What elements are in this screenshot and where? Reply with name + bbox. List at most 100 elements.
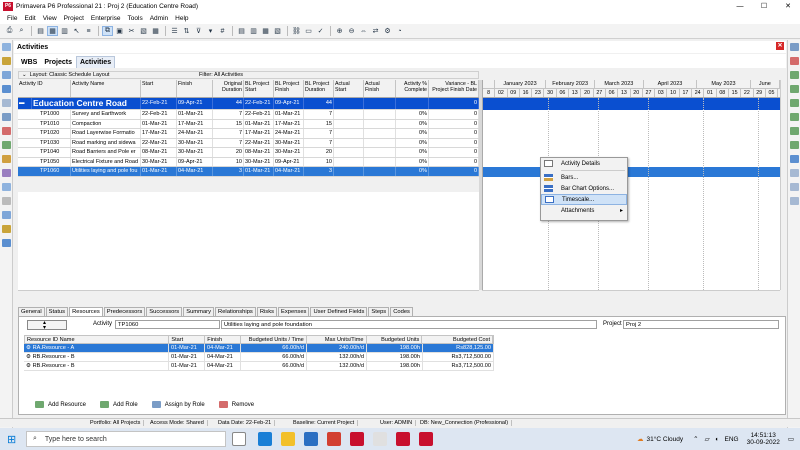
- assign-by-role-button[interactable]: Assign by Role: [151, 401, 205, 408]
- menu-item-attachments[interactable]: Attachments ▸: [541, 205, 627, 216]
- column-header[interactable]: Actual Finish: [364, 80, 396, 97]
- tab-general[interactable]: General: [18, 307, 45, 316]
- language-indicator[interactable]: ENG: [725, 436, 739, 443]
- tracking-icon[interactable]: [1, 99, 11, 107]
- primavera-icon[interactable]: [350, 432, 364, 446]
- progress-icon[interactable]: ▧: [272, 26, 283, 36]
- column-header[interactable]: Finish: [205, 336, 242, 343]
- menu-tools[interactable]: Tools: [128, 15, 143, 22]
- file-explorer-icon[interactable]: [281, 432, 295, 446]
- collapse-icon[interactable]: ▬: [18, 98, 32, 109]
- activity-id-field[interactable]: TP1060: [115, 320, 220, 329]
- cursor-icon[interactable]: ↖: [71, 26, 82, 36]
- tab-relationships[interactable]: Relationships: [215, 307, 256, 316]
- activity-navigator[interactable]: ▴ ▾: [27, 320, 67, 331]
- column-header[interactable]: Actual Start: [334, 80, 364, 97]
- group-sort-icon[interactable]: ☰: [169, 26, 180, 36]
- menu-file[interactable]: File: [7, 15, 17, 22]
- resource-row[interactable]: ⚙ RB.Resource - B 01-Mar-21 04-Mar-21 66…: [24, 362, 494, 371]
- zoom-out-icon[interactable]: ⊖: [346, 26, 357, 36]
- tab-user-defined-fields[interactable]: User Defined Fields: [310, 307, 368, 316]
- maximize-button[interactable]: ☐: [752, 0, 776, 12]
- baseline-icon[interactable]: ▭: [303, 26, 314, 36]
- chart-icon[interactable]: ▧: [138, 26, 149, 36]
- table-row[interactable]: TP1020 Road Layerwise Formatio 17-Mar-21…: [18, 129, 479, 139]
- tab-risks[interactable]: Risks: [256, 307, 277, 316]
- resources-icon[interactable]: [1, 113, 11, 121]
- column-header[interactable]: BL Project Start: [244, 80, 274, 97]
- move-left-icon[interactable]: [789, 127, 799, 135]
- documents-icon[interactable]: [1, 169, 11, 177]
- tab-steps[interactable]: Steps: [368, 307, 390, 316]
- menu-item-bar-chart-options[interactable]: Bar Chart Options...: [541, 183, 627, 194]
- add-role-button[interactable]: Add Role: [100, 401, 138, 408]
- expenses-icon[interactable]: [1, 197, 11, 205]
- tab-projects[interactable]: Projects: [41, 57, 75, 68]
- link-icon[interactable]: ⛓: [291, 26, 302, 36]
- menu-view[interactable]: View: [43, 15, 57, 22]
- move-right-icon[interactable]: [789, 141, 799, 149]
- move-up-icon[interactable]: [789, 99, 799, 107]
- table-empty-area[interactable]: [18, 192, 479, 290]
- indent-icon[interactable]: [789, 71, 799, 79]
- delete-activity-icon[interactable]: [789, 57, 799, 65]
- remove-button[interactable]: Remove: [218, 401, 254, 408]
- column-header[interactable]: Finish: [177, 80, 213, 97]
- clock[interactable]: 14:51:13 30-09-2022: [747, 432, 780, 446]
- column-header[interactable]: Original Duration: [213, 80, 244, 97]
- assign-icon[interactable]: [789, 155, 799, 163]
- sort-icon[interactable]: ⇅: [181, 26, 192, 36]
- layout-bar[interactable]: ⌄ Layout: Classic Schedule Layout Filter…: [18, 71, 479, 79]
- gantt-chart[interactable]: January 2023 February 2023 March 2023 Ap…: [482, 80, 780, 290]
- chrome-icon[interactable]: [373, 432, 387, 446]
- tab-codes[interactable]: Codes: [390, 307, 413, 316]
- risks-icon[interactable]: [1, 155, 11, 163]
- wbs-row[interactable]: ▬ Education Centre Road 22-Feb-21 09-Apr…: [18, 98, 479, 110]
- reports-icon[interactable]: [1, 127, 11, 135]
- tab-wbs[interactable]: WBS: [18, 57, 40, 68]
- projects-icon[interactable]: [1, 43, 11, 51]
- timescale-months[interactable]: January 2023 February 2023 March 2023 Ap…: [483, 80, 780, 89]
- task-view-icon[interactable]: [232, 432, 246, 446]
- tab-activities[interactable]: Activities: [75, 56, 116, 68]
- add-activity-icon[interactable]: [789, 43, 799, 51]
- expand-icon[interactable]: [789, 169, 799, 177]
- outdent-icon[interactable]: [789, 85, 799, 93]
- filter-icon[interactable]: ⊽: [193, 26, 204, 36]
- column-header[interactable]: Max Units/Time: [307, 336, 367, 343]
- activity-name-field[interactable]: Utilities laying and pole foundation: [221, 320, 597, 329]
- filter-options-icon[interactable]: ▾: [205, 26, 216, 36]
- menu-item-timescale[interactable]: Timescale...: [541, 194, 627, 205]
- timescale-icon[interactable]: ⇄: [370, 26, 381, 36]
- thresholds-icon[interactable]: [1, 183, 11, 191]
- add-resource-button[interactable]: Add Resource: [35, 401, 86, 408]
- work-products-icon[interactable]: [1, 225, 11, 233]
- weather-text[interactable]: 31°C Cloudy: [647, 436, 684, 443]
- renumber-icon[interactable]: [789, 197, 799, 205]
- close-pane-icon[interactable]: ✕: [776, 42, 784, 50]
- column-header[interactable]: BL Project Finish: [274, 80, 304, 97]
- activities-icon[interactable]: [1, 85, 11, 93]
- windows-start-icon[interactable]: ⊞: [7, 433, 16, 446]
- paste-icon[interactable]: ▣: [114, 26, 125, 36]
- print-icon[interactable]: ⎙: [4, 26, 15, 36]
- columns-icon[interactable]: ▥: [59, 26, 70, 36]
- issues-icon[interactable]: [1, 141, 11, 149]
- settings-icon[interactable]: ⚙: [382, 26, 393, 36]
- column-header[interactable]: Start: [141, 80, 177, 97]
- menu-item-activity-details[interactable]: Activity Details: [541, 158, 627, 169]
- cut-icon[interactable]: ✂: [126, 26, 137, 36]
- portfolio-icon[interactable]: [1, 211, 11, 219]
- calendar-icon[interactable]: ▦: [260, 26, 271, 36]
- collapse-icon[interactable]: [789, 183, 799, 191]
- tab-resources[interactable]: Resources: [69, 307, 103, 316]
- tab-expenses[interactable]: Expenses: [278, 307, 310, 316]
- level-icon[interactable]: ▥: [248, 26, 259, 36]
- column-header[interactable]: Start: [169, 336, 206, 343]
- menu-item-bars[interactable]: Bars...: [541, 172, 627, 183]
- table-row[interactable]: TP1040 Road Barriers and Pole er 08-Mar-…: [18, 148, 479, 158]
- app-icon[interactable]: [396, 432, 410, 446]
- hash-icon[interactable]: #: [217, 26, 228, 36]
- print-preview-icon[interactable]: ⌕: [16, 26, 27, 36]
- acrobat-icon[interactable]: [327, 432, 341, 446]
